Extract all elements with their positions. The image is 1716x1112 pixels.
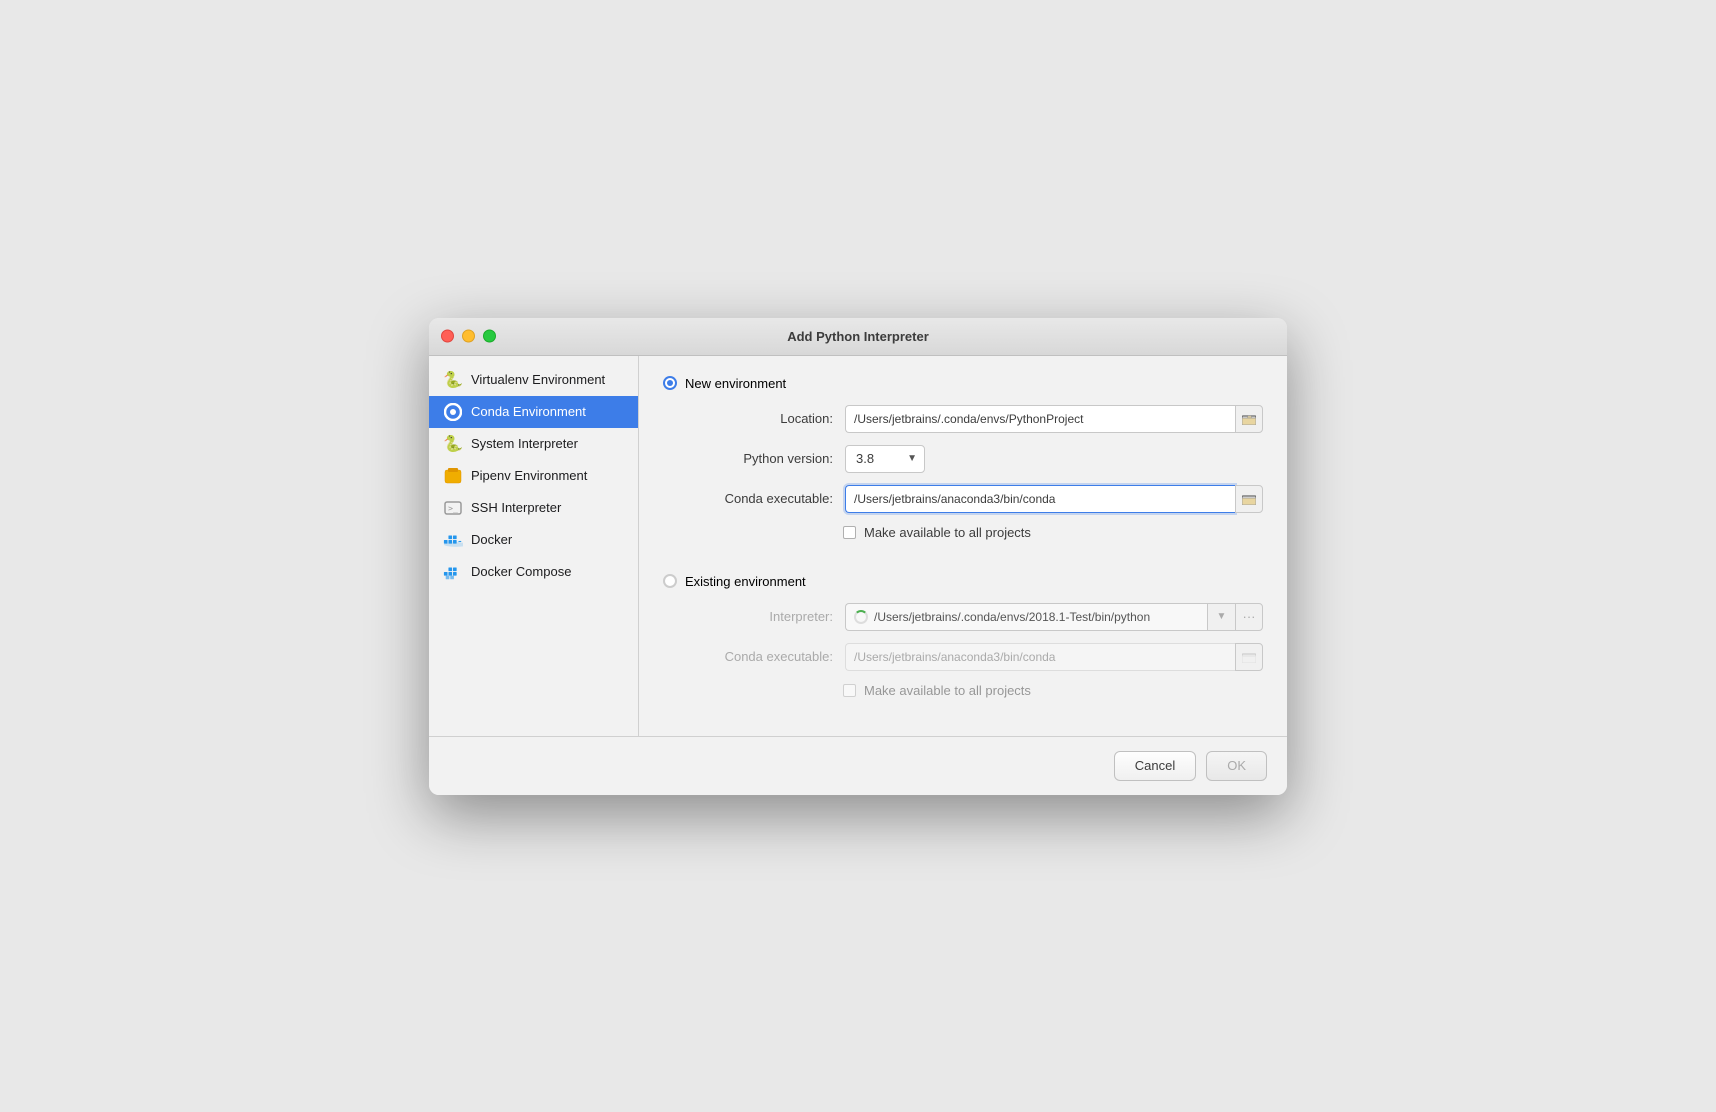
existing-environment-radio[interactable]: Existing environment <box>663 574 1263 589</box>
conda-exec-label: Conda executable: <box>685 491 845 506</box>
existing-environment-section: Existing environment Interpreter: /Users… <box>663 574 1263 716</box>
make-available-label: Make available to all projects <box>864 525 1031 540</box>
conda-exec-browse-button[interactable] <box>1235 485 1263 513</box>
interpreter-input-group: /Users/jetbrains/.conda/envs/2018.1-Test… <box>845 603 1263 631</box>
existing-make-available-label: Make available to all projects <box>864 683 1031 698</box>
main-content: New environment Location: <box>639 356 1287 736</box>
conda-exec-input-group <box>845 485 1263 513</box>
new-environment-label: New environment <box>685 376 786 391</box>
python-version-select-wrapper: 3.8 3.9 3.7 ▼ <box>845 445 925 473</box>
docker-compose-icon <box>443 562 463 582</box>
interpreter-path: /Users/jetbrains/.conda/envs/2018.1-Test… <box>874 610 1150 624</box>
sidebar-label-ssh: SSH Interpreter <box>471 500 561 515</box>
location-row: Location: <box>663 405 1263 433</box>
existing-make-available-checkbox <box>843 684 856 697</box>
maximize-button[interactable] <box>483 330 496 343</box>
cancel-button[interactable]: Cancel <box>1114 751 1196 781</box>
sidebar-label-virtualenv: Virtualenv Environment <box>471 372 605 387</box>
ssh-icon: >_ <box>443 498 463 518</box>
location-input[interactable] <box>845 405 1235 433</box>
sidebar-label-system: System Interpreter <box>471 436 578 451</box>
sidebar-item-pipenv[interactable]: Pipenv Environment <box>429 460 638 492</box>
sidebar-label-conda: Conda Environment <box>471 404 586 419</box>
python-version-label: Python version: <box>685 451 845 466</box>
svg-text:>_: >_ <box>448 504 458 513</box>
location-input-group <box>845 405 1263 433</box>
python-version-select[interactable]: 3.8 3.9 3.7 <box>845 445 925 473</box>
sidebar-item-docker[interactable]: Docker <box>429 524 638 556</box>
new-environment-section: New environment Location: <box>663 376 1263 558</box>
location-label: Location: <box>685 411 845 426</box>
pipenv-icon <box>443 466 463 486</box>
existing-environment-radio-btn[interactable] <box>663 574 677 588</box>
existing-conda-exec-input <box>845 643 1235 671</box>
conda-exec-input[interactable] <box>845 485 1235 513</box>
sidebar-item-conda[interactable]: Conda Environment <box>429 396 638 428</box>
sidebar-item-system[interactable]: 🐍 System Interpreter <box>429 428 638 460</box>
interpreter-label: Interpreter: <box>685 609 845 624</box>
add-interpreter-dialog: Add Python Interpreter 🐍 Virtualenv Envi… <box>429 318 1287 795</box>
sidebar-label-docker: Docker <box>471 532 512 547</box>
virtualenv-icon: 🐍 <box>443 370 463 390</box>
existing-conda-exec-row: Conda executable: <box>663 643 1263 671</box>
dialog-footer: Cancel OK <box>429 736 1287 795</box>
dialog-title: Add Python Interpreter <box>787 329 929 344</box>
existing-environment-label: Existing environment <box>685 574 806 589</box>
sidebar-label-docker-compose: Docker Compose <box>471 564 571 579</box>
existing-make-available-row: Make available to all projects <box>663 683 1263 698</box>
traffic-lights <box>441 330 496 343</box>
interpreter-row: Interpreter: /Users/jetbrains/.conda/env… <box>663 603 1263 631</box>
sidebar-item-docker-compose[interactable]: Docker Compose <box>429 556 638 588</box>
title-bar: Add Python Interpreter <box>429 318 1287 356</box>
sidebar: 🐍 Virtualenv Environment Conda Environme… <box>429 356 639 736</box>
python-version-row: Python version: 3.8 3.9 3.7 ▼ <box>663 445 1263 473</box>
conda-exec-row: Conda executable: <box>663 485 1263 513</box>
system-icon: 🐍 <box>443 434 463 454</box>
dialog-body: 🐍 Virtualenv Environment Conda Environme… <box>429 356 1287 736</box>
new-environment-radio-btn[interactable] <box>663 376 677 390</box>
existing-conda-exec-input-group <box>845 643 1263 671</box>
interpreter-dropdown-button[interactable]: ▼ <box>1207 603 1235 631</box>
sidebar-item-virtualenv[interactable]: 🐍 Virtualenv Environment <box>429 364 638 396</box>
interpreter-select[interactable]: /Users/jetbrains/.conda/envs/2018.1-Test… <box>845 603 1207 631</box>
sidebar-label-pipenv: Pipenv Environment <box>471 468 587 483</box>
new-environment-radio[interactable]: New environment <box>663 376 1263 391</box>
ok-button[interactable]: OK <box>1206 751 1267 781</box>
make-available-row: Make available to all projects <box>663 525 1263 540</box>
minimize-button[interactable] <box>462 330 475 343</box>
existing-conda-exec-label: Conda executable: <box>685 649 845 664</box>
loading-icon <box>854 610 868 624</box>
interpreter-ellipsis-button[interactable]: ··· <box>1235 603 1263 631</box>
close-button[interactable] <box>441 330 454 343</box>
existing-conda-exec-browse-button <box>1235 643 1263 671</box>
docker-icon <box>443 530 463 550</box>
make-available-checkbox[interactable] <box>843 526 856 539</box>
conda-icon <box>443 402 463 422</box>
sidebar-item-ssh[interactable]: >_ SSH Interpreter <box>429 492 638 524</box>
location-browse-button[interactable] <box>1235 405 1263 433</box>
